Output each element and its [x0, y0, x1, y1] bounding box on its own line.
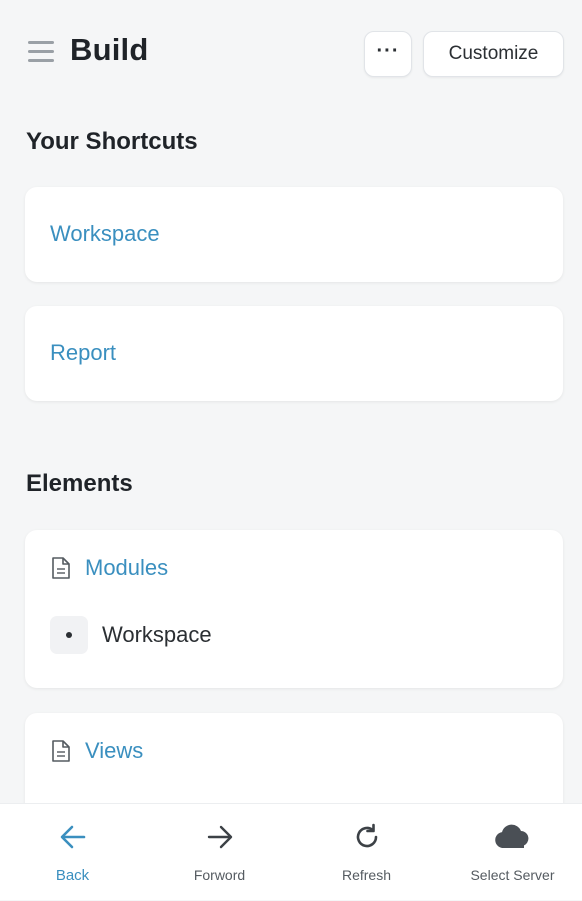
- bullet-icon: [50, 616, 88, 654]
- shortcut-link-workspace[interactable]: Workspace: [50, 221, 160, 247]
- element-group-modules-label[interactable]: Modules: [85, 555, 168, 581]
- more-options-button[interactable]: ···: [364, 31, 412, 77]
- menu-icon[interactable]: [28, 41, 54, 63]
- header: Build ··· Customize: [0, 0, 582, 106]
- nav-back-label: Back: [55, 867, 90, 884]
- page-title: Build: [70, 32, 149, 67]
- cloud-icon: [494, 824, 528, 848]
- nav-back-button[interactable]: Back: [0, 804, 145, 901]
- element-group-views-label[interactable]: Views: [85, 738, 143, 764]
- refresh-icon: [356, 823, 377, 848]
- shortcut-card-workspace[interactable]: Workspace: [25, 187, 563, 282]
- document-icon: [52, 740, 70, 762]
- elements-section-title: Elements: [26, 470, 133, 497]
- arrow-left-icon: [60, 825, 85, 849]
- element-group-modules[interactable]: Modules: [50, 555, 168, 581]
- nav-refresh-label: Refresh: [341, 867, 392, 883]
- nav-select-server-button[interactable]: Select Server: [440, 804, 582, 901]
- bottom-navigation-bar: Back Forword Refresh Select Server: [0, 803, 582, 900]
- element-item-workspace[interactable]: Workspace: [50, 616, 212, 654]
- element-group-views[interactable]: Views: [50, 738, 143, 764]
- document-icon: [52, 557, 70, 579]
- nav-select-server-label: Select Server: [470, 867, 555, 883]
- nav-forward-button[interactable]: Forword: [147, 804, 292, 901]
- nav-forward-label: Forword: [193, 867, 246, 883]
- shortcut-card-report[interactable]: Report: [25, 306, 563, 401]
- nav-refresh-button[interactable]: Refresh: [294, 804, 439, 901]
- shortcut-link-report[interactable]: Report: [50, 340, 116, 366]
- element-item-label[interactable]: Workspace: [102, 622, 212, 648]
- arrow-right-icon: [207, 825, 232, 849]
- shortcuts-section-title: Your Shortcuts: [26, 128, 198, 155]
- element-card-modules: Modules Workspace: [25, 530, 563, 688]
- customize-button[interactable]: Customize: [423, 31, 564, 77]
